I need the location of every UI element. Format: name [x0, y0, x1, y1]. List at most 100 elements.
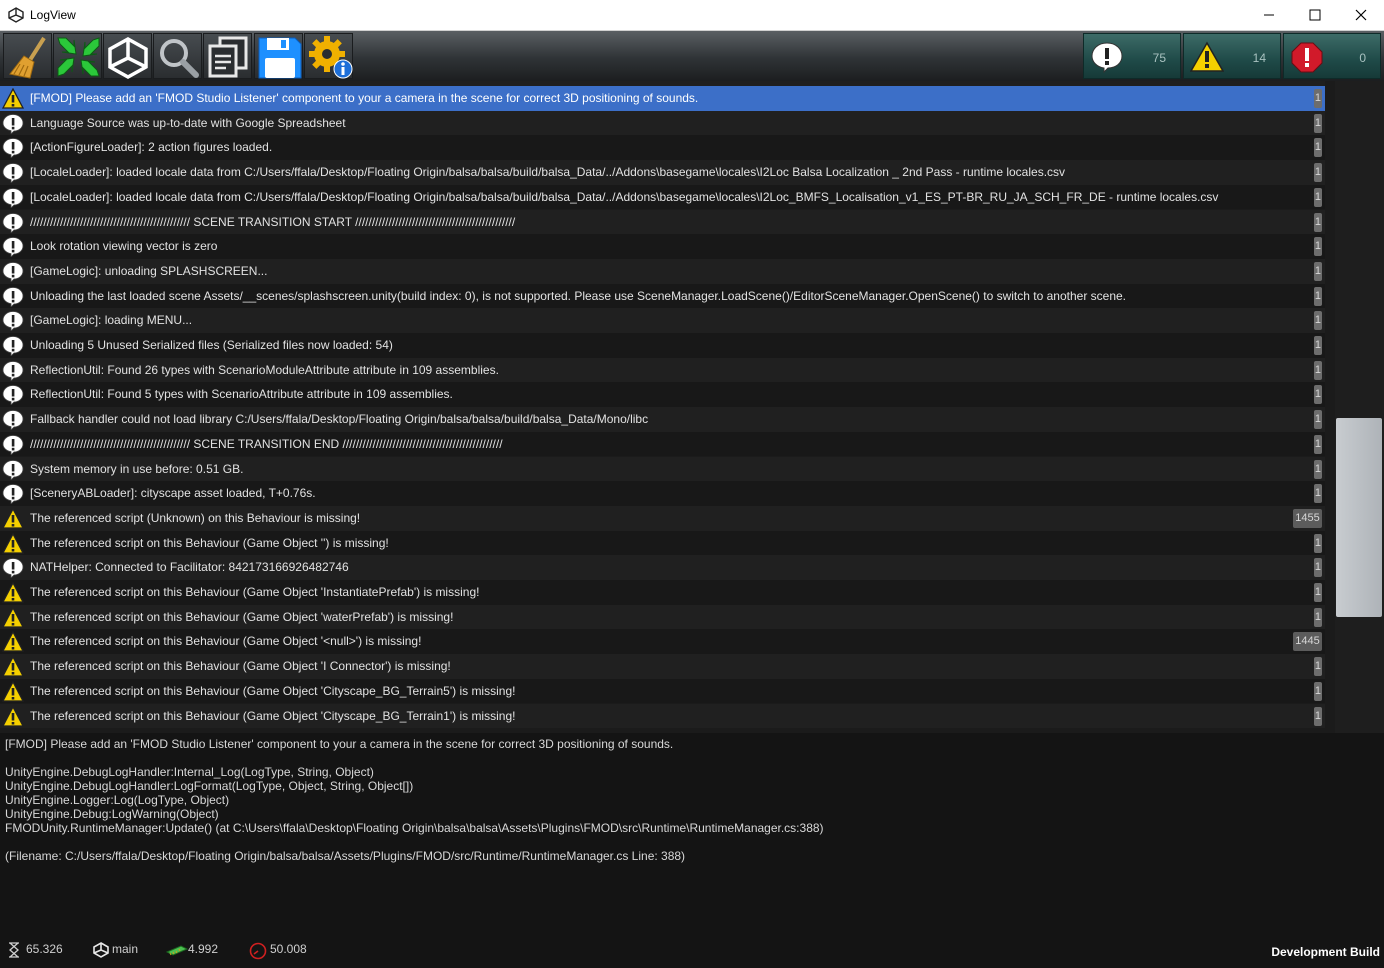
log-row[interactable]: The referenced script (Unknown) on this …	[0, 505, 1325, 531]
minimize-button[interactable]	[1246, 0, 1292, 30]
log-row[interactable]: [LocaleLoader]: loaded locale data from …	[0, 160, 1325, 185]
info-bubble-icon	[2, 360, 24, 381]
status-bar: 65.326 main 4.992 50.008 Development Bui…	[0, 930, 1384, 968]
log-row[interactable]: Unloading 5 Unused Serialized files (Ser…	[0, 333, 1325, 358]
copy-button[interactable]	[203, 33, 252, 79]
log-row[interactable]: ////////////////////////////////////////…	[0, 209, 1325, 235]
info-bubble-icon	[2, 163, 24, 184]
log-message: The referenced script (Unknown) on this …	[30, 510, 361, 525]
warning-triangle-icon	[2, 88, 24, 109]
log-row[interactable]: [LocaleLoader]: loaded locale data from …	[0, 184, 1325, 210]
collapse-button[interactable]	[53, 33, 102, 79]
broom-icon	[9, 36, 46, 79]
warning-count: 14	[1252, 51, 1266, 65]
close-button[interactable]	[1338, 0, 1384, 30]
memory-chip-icon	[166, 945, 188, 956]
log-row[interactable]: The referenced script on this Behaviour …	[0, 654, 1325, 679]
log-list[interactable]: [FMOD] Please add an 'FMOD Studio Listen…	[0, 81, 1384, 733]
info-bubble-icon	[2, 311, 24, 332]
log-message: [ActionFigureLoader]: 2 action figures l…	[30, 140, 273, 155]
log-count-badge: 1	[1313, 607, 1322, 627]
time-value: 65.326	[26, 942, 63, 956]
log-count-badge: 1	[1313, 533, 1322, 553]
log-row[interactable]: NATHelper: Connected to Facilitator: 842…	[0, 555, 1325, 580]
log-row[interactable]: Unloading the last loaded scene Assets/_…	[0, 283, 1325, 309]
log-row[interactable]: The referenced script on this Behaviour …	[0, 530, 1325, 556]
log-row[interactable]: [GameLogic]: unloading SPLASHSCREEN... 1	[0, 258, 1325, 284]
fps-value: 50.008	[270, 942, 307, 956]
copy-icon	[208, 36, 248, 78]
log-message: [LocaleLoader]: loaded locale data from …	[30, 189, 1219, 204]
log-count-badge: 1	[1313, 681, 1322, 701]
floppy-disk-icon	[258, 37, 302, 79]
info-bubble-icon	[2, 385, 24, 406]
log-message: [FMOD] Please add an 'FMOD Studio Listen…	[30, 91, 699, 105]
info-bubble-icon	[2, 187, 24, 208]
gear-info-icon	[309, 36, 353, 79]
log-message: The referenced script on this Behaviour …	[30, 659, 451, 674]
log-row[interactable]: [GameLogic]: loading MENU... 1	[0, 308, 1325, 333]
log-count-badge: 1	[1313, 410, 1322, 430]
info-counter-toggle[interactable]: 75	[1083, 33, 1181, 79]
info-bubble-icon	[1091, 42, 1123, 73]
save-button[interactable]	[254, 33, 303, 79]
log-row[interactable]: ReflectionUtil: Found 26 types with Scen…	[0, 357, 1325, 383]
log-row[interactable]: Look rotation viewing vector is zero 1	[0, 234, 1325, 259]
log-row[interactable]: The referenced script on this Behaviour …	[0, 580, 1325, 605]
info-count: 75	[1152, 51, 1166, 65]
log-count-badge: 1445	[1293, 632, 1322, 652]
minimize-icon	[1264, 14, 1274, 16]
log-row[interactable]: System memory in use before: 0.51 GB. 1	[0, 456, 1325, 482]
maximize-button[interactable]	[1292, 0, 1338, 30]
thread-value: main	[112, 942, 139, 956]
development-build-label: Development Build	[1271, 945, 1380, 959]
log-row[interactable]: The referenced script on this Behaviour …	[0, 629, 1325, 655]
detail-line: [FMOD] Please add an 'FMOD Studio Listen…	[5, 737, 674, 751]
log-message: ////////////////////////////////////////…	[30, 214, 516, 229]
log-message: Unloading the last loaded scene Assets/_…	[30, 288, 1127, 303]
settings-button[interactable]	[304, 33, 353, 79]
warning-triangle-icon	[2, 532, 24, 554]
log-row[interactable]: The referenced script on this Behaviour …	[0, 678, 1325, 704]
error-counter-toggle[interactable]: 0	[1283, 33, 1381, 79]
log-row[interactable]: [ActionFigureLoader]: 2 action figures l…	[0, 135, 1325, 161]
speedometer-icon	[249, 942, 267, 960]
log-message: The referenced script on this Behaviour …	[30, 609, 454, 624]
log-count-badge: 1	[1313, 706, 1322, 726]
log-row[interactable]: [FMOD] Please add an 'FMOD Studio Listen…	[0, 86, 1325, 111]
log-count-badge: 1	[1313, 360, 1322, 380]
log-row[interactable]: ReflectionUtil: Found 5 types with Scena…	[0, 382, 1325, 408]
title-bar: LogView	[0, 0, 1384, 31]
maximize-icon	[1309, 9, 1321, 21]
detail-line: UnityEngine.DebugLogHandler:LogFormat(Lo…	[5, 779, 414, 793]
scrollbar-track[interactable]	[1335, 81, 1384, 733]
log-count-badge: 1	[1313, 484, 1322, 504]
memory-value: 4.992	[188, 942, 219, 956]
scrollbar-thumb[interactable]	[1336, 418, 1382, 617]
search-button[interactable]	[153, 33, 202, 79]
log-row[interactable]: [SceneryABLoader]: cityscape asset loade…	[0, 481, 1325, 506]
log-message: ////////////////////////////////////////…	[30, 436, 503, 451]
warning-triangle-icon	[2, 705, 24, 727]
log-count-badge: 1	[1313, 187, 1322, 207]
log-row[interactable]: Fallback handler could not load library …	[0, 407, 1325, 432]
clear-button[interactable]	[3, 33, 52, 79]
log-count-badge: 1	[1313, 113, 1322, 133]
log-row[interactable]: ////////////////////////////////////////…	[0, 431, 1325, 457]
warning-triangle-icon	[2, 656, 24, 677]
log-message: [SceneryABLoader]: cityscape asset loade…	[30, 486, 316, 501]
log-row[interactable]: Language Source was up-to-date with Goog…	[0, 110, 1325, 136]
log-row[interactable]: The referenced script on this Behaviour …	[0, 604, 1325, 630]
warning-triangle-icon	[2, 606, 24, 628]
window-title: LogView	[30, 8, 76, 22]
detail-line: FMODUnity.RuntimeManager:Update() (at C:…	[5, 821, 824, 835]
detail-line: (Filename: C:/Users/ffala/Desktop/Floati…	[5, 849, 686, 863]
unity-button[interactable]	[103, 33, 152, 80]
unity-logo-icon	[8, 7, 24, 23]
log-message: Unloading 5 Unused Serialized files (Ser…	[30, 338, 393, 352]
log-count-badge: 1	[1313, 434, 1322, 454]
log-row[interactable]: The referenced script on this Behaviour …	[0, 703, 1325, 729]
info-bubble-icon	[2, 459, 24, 480]
log-count-badge: 1	[1313, 459, 1322, 479]
warning-counter-toggle[interactable]: 14	[1183, 33, 1281, 79]
